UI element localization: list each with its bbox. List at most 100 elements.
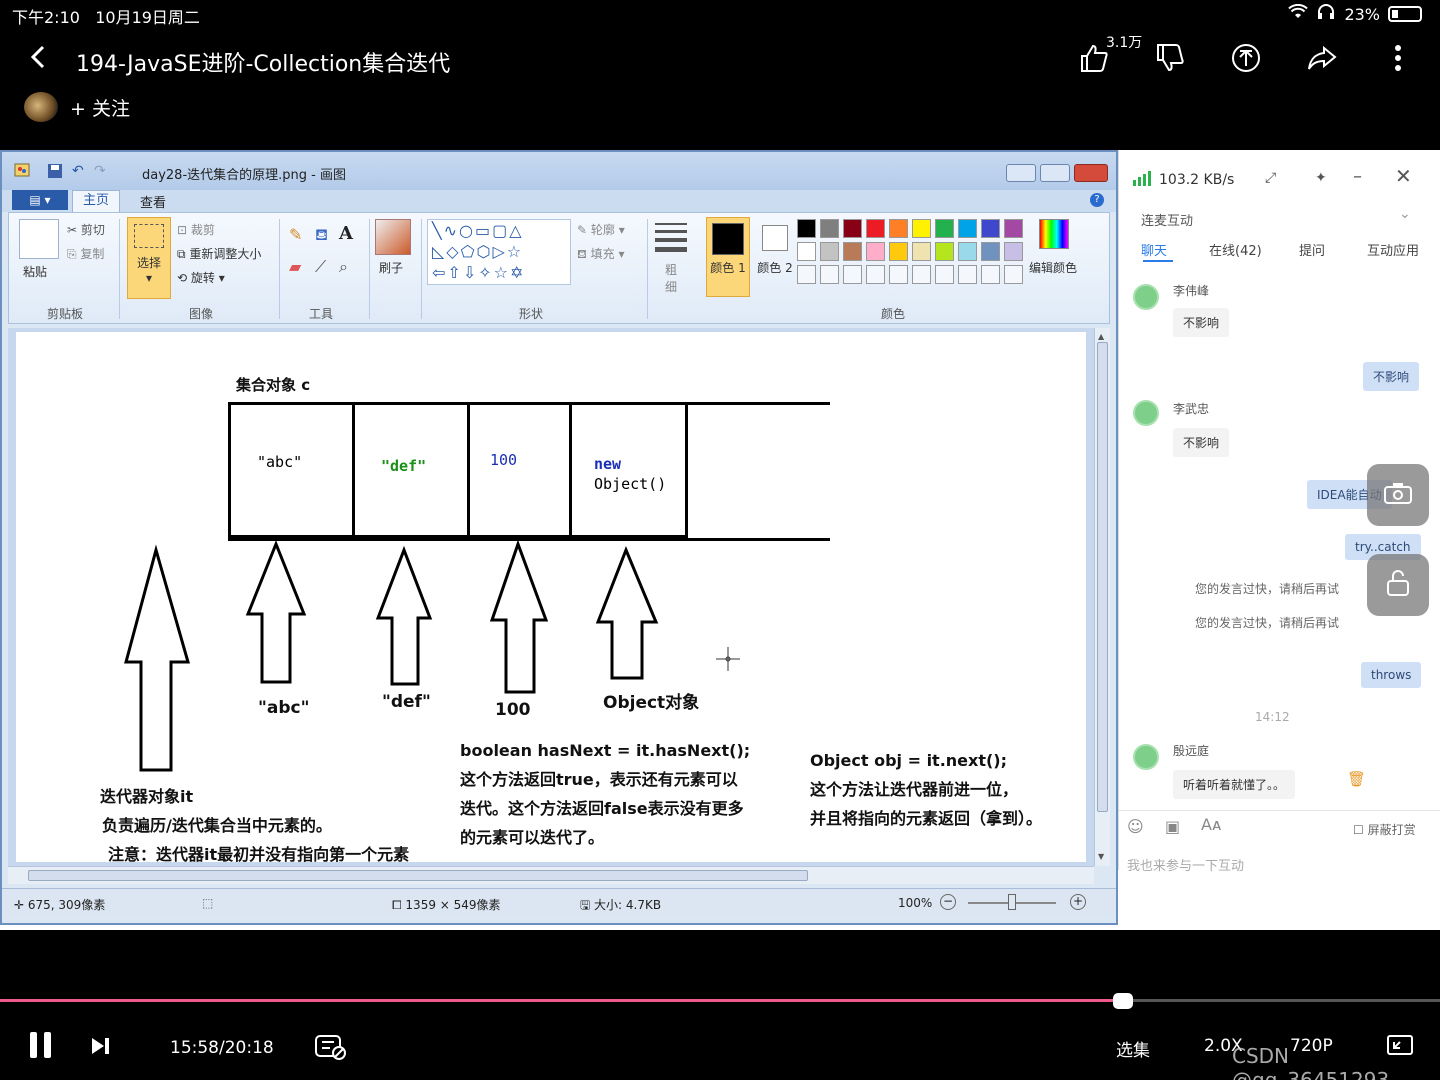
font-size-icon[interactable]: Aᴀ: [1201, 815, 1221, 834]
shapes-gallery[interactable]: ╲∿○▭▢△ ◺◇⬠⬡▷☆ ⇦⇧⇩✧☆✡: [427, 219, 571, 285]
color-swatch[interactable]: [843, 219, 862, 238]
more-icon[interactable]: [1380, 40, 1416, 76]
thumbs-up-icon[interactable]: [1076, 40, 1112, 76]
edit-colors-icon[interactable]: [1039, 219, 1069, 249]
scroll-up-icon[interactable]: ▲: [1098, 332, 1104, 341]
color-swatch[interactable]: [912, 219, 931, 238]
video-frame[interactable]: ↶ ↷ day28-迭代集合的原理.png - 画图 ▤ ▾ 主页 查看 ? 粘…: [0, 150, 1440, 930]
back-icon[interactable]: [28, 42, 48, 80]
outline-button[interactable]: ✎ 轮廓 ▾: [577, 221, 625, 238]
color-swatch[interactable]: [981, 219, 1000, 238]
color-swatch[interactable]: [935, 242, 954, 261]
file-menu-button[interactable]: ▤ ▾: [12, 190, 68, 210]
chevron-down-icon[interactable]: ⌄: [1399, 206, 1411, 222]
line-size-icon[interactable]: [655, 223, 687, 252]
follow-button[interactable]: + 关注: [70, 94, 130, 121]
empty-color-swatch[interactable]: [843, 265, 862, 284]
tab-online[interactable]: 在线(42): [1209, 240, 1262, 259]
coin-icon[interactable]: [1228, 40, 1264, 76]
color-swatch[interactable]: [797, 242, 816, 261]
empty-color-swatch[interactable]: [820, 265, 839, 284]
pencil-icon[interactable]: ✎: [289, 225, 302, 244]
color-swatch[interactable]: [958, 242, 977, 261]
image-icon[interactable]: ▣: [1165, 817, 1180, 836]
episodes-button[interactable]: 选集: [1116, 1036, 1150, 1061]
pin-icon[interactable]: ✦: [1315, 170, 1327, 186]
tab-chat[interactable]: 聊天: [1141, 240, 1167, 259]
color-swatch[interactable]: [981, 242, 1000, 261]
fill-bucket-icon[interactable]: ⛾: [315, 225, 328, 246]
color-swatch[interactable]: [935, 219, 954, 238]
cut-button[interactable]: ✂ 剪切: [67, 221, 105, 238]
color-swatch[interactable]: [889, 219, 908, 238]
empty-color-swatch[interactable]: [981, 265, 1000, 284]
drawing-canvas[interactable]: 集合对象 c "abc" "def" 100 new Object() "abc…: [16, 332, 1086, 862]
emoji-icon[interactable]: ☺: [1127, 817, 1144, 836]
tab-questions[interactable]: 提问: [1299, 240, 1325, 259]
copy-button[interactable]: ⎘ 复制: [67, 245, 104, 262]
help-icon[interactable]: ?: [1090, 193, 1104, 207]
paste-icon[interactable]: [19, 219, 59, 259]
magnifier-icon[interactable]: ⌕: [339, 257, 348, 277]
zoom-slider-thumb[interactable]: [1008, 894, 1016, 910]
resize-button[interactable]: ⧉ 重新调整大小: [177, 245, 261, 262]
color-swatch[interactable]: [912, 242, 931, 261]
paste-button[interactable]: 粘贴: [23, 263, 47, 280]
edit-colors-button[interactable]: 编辑颜色: [1029, 259, 1077, 276]
empty-color-swatch[interactable]: [935, 265, 954, 284]
zoom-in-button[interactable]: +: [1070, 894, 1086, 910]
tab-home[interactable]: 主页: [72, 190, 120, 212]
crop-button[interactable]: ⊡ 裁剪: [177, 221, 215, 238]
eraser-icon[interactable]: ▰: [289, 257, 301, 276]
pause-icon[interactable]: [28, 1030, 54, 1065]
empty-color-swatch[interactable]: [889, 265, 908, 284]
horizontal-scroll-thumb[interactable]: [28, 870, 808, 881]
chat-input[interactable]: 我也来参与一下互动: [1127, 855, 1244, 874]
screenshot-button[interactable]: [1367, 464, 1429, 526]
avatar[interactable]: [24, 92, 58, 122]
tab-view[interactable]: 查看: [140, 192, 166, 211]
save-icon[interactable]: [48, 164, 62, 182]
color-swatch[interactable]: [866, 242, 885, 261]
thumbs-down-icon[interactable]: [1152, 40, 1188, 76]
empty-color-swatch[interactable]: [958, 265, 977, 284]
maximize-button[interactable]: [1040, 164, 1070, 182]
fill-button[interactable]: ⛾ 填充 ▾: [577, 245, 624, 263]
empty-color-swatch[interactable]: [866, 265, 885, 284]
color-swatch[interactable]: [958, 219, 977, 238]
size-button[interactable]: 粗细: [663, 261, 679, 295]
minimize-icon[interactable]: –: [1353, 166, 1362, 187]
color2-button[interactable]: 颜色 2: [755, 217, 795, 297]
rotate-button[interactable]: ⟲ 旋转 ▾: [177, 269, 225, 286]
color-picker-icon[interactable]: ⟋: [315, 257, 326, 277]
vertical-scroll-thumb[interactable]: [1097, 342, 1108, 812]
color1-button[interactable]: 颜色 1: [706, 217, 750, 297]
text-tool-icon[interactable]: A: [339, 223, 353, 244]
color-swatch[interactable]: [843, 242, 862, 261]
expand-icon[interactable]: ⤢: [1265, 170, 1276, 186]
trash-icon[interactable]: 🗑: [1347, 770, 1366, 788]
block-tips-toggle[interactable]: ☐ 屏蔽打赏: [1353, 821, 1416, 838]
zoom-out-button[interactable]: −: [940, 894, 956, 910]
color-swatch[interactable]: [820, 219, 839, 238]
scroll-down-icon[interactable]: ▼: [1098, 852, 1104, 861]
next-icon[interactable]: [90, 1036, 112, 1061]
close-icon[interactable]: ✕: [1395, 164, 1412, 188]
color-swatch[interactable]: [797, 219, 816, 238]
empty-color-swatch[interactable]: [1004, 265, 1023, 284]
undo-icon[interactable]: ↶: [72, 163, 84, 179]
empty-color-swatch[interactable]: [797, 265, 816, 284]
color-swatch[interactable]: [866, 219, 885, 238]
close-button[interactable]: [1074, 164, 1108, 182]
brush-icon[interactable]: [375, 219, 411, 255]
color-swatch[interactable]: [889, 242, 908, 261]
share-icon[interactable]: [1304, 40, 1340, 76]
color-swatch[interactable]: [1004, 242, 1023, 261]
empty-color-swatch[interactable]: [912, 265, 931, 284]
redo-icon[interactable]: ↷: [94, 163, 106, 179]
vertical-scrollbar[interactable]: ▲ ▼: [1094, 328, 1110, 866]
lock-rotation-button[interactable]: [1367, 554, 1429, 616]
select-button[interactable]: 选择 ▾: [127, 217, 171, 299]
progress-knob[interactable]: [1113, 993, 1133, 1009]
danmaku-toggle-icon[interactable]: [314, 1032, 346, 1065]
